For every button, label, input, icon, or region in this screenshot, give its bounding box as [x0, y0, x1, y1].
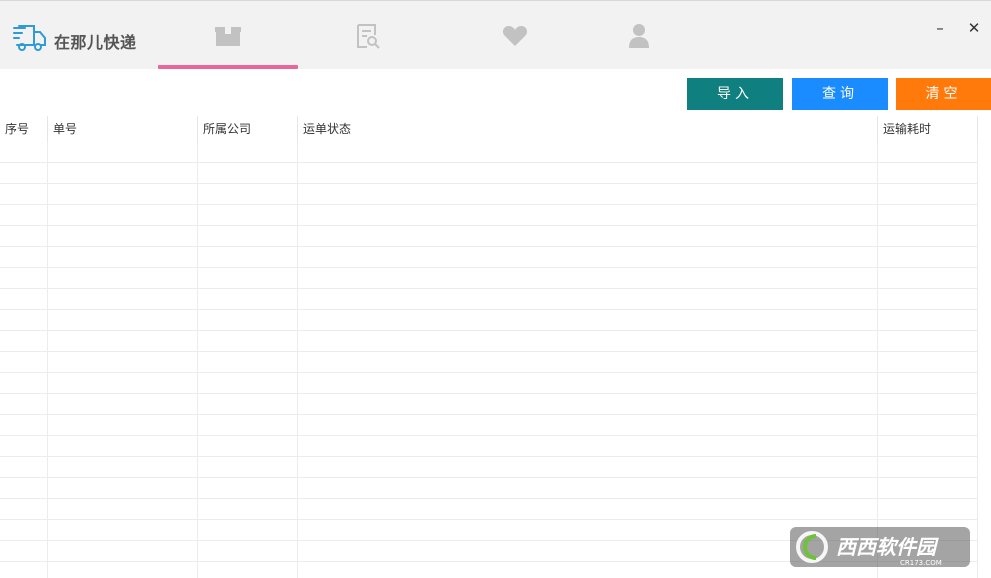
- table-row: [0, 456, 978, 477]
- table-row: [0, 267, 978, 288]
- table-row: [0, 477, 978, 498]
- table-row: [0, 288, 978, 309]
- tab-user[interactable]: [569, 1, 709, 70]
- table-row: [0, 414, 978, 435]
- table-row: [0, 351, 978, 372]
- import-button[interactable]: 导入: [687, 78, 783, 110]
- table-row: [0, 330, 978, 351]
- table-row: [0, 162, 978, 183]
- column-header-transit-time[interactable]: 运输耗时: [878, 116, 978, 142]
- package-icon: [215, 26, 241, 46]
- table-row: [0, 246, 978, 267]
- column-header-company[interactable]: 所属公司: [198, 116, 298, 142]
- table-row: [0, 393, 978, 414]
- table-row: [0, 372, 978, 393]
- delivery-truck-icon: [13, 25, 46, 51]
- table-row: [0, 435, 978, 456]
- table-row: [0, 498, 978, 519]
- user-icon: [629, 23, 649, 48]
- tab-query[interactable]: [298, 1, 438, 70]
- clear-button[interactable]: 清空: [896, 78, 991, 110]
- table-header: 序号 单号 所属公司 运单状态 运输耗时: [0, 116, 991, 142]
- table-row: [0, 225, 978, 246]
- table-row: [0, 183, 978, 204]
- watermark-logo: 西西软件园 CR173.COM: [790, 527, 970, 567]
- table-row: [0, 204, 978, 225]
- svg-text:西西软件园: 西西软件园: [836, 535, 939, 559]
- table-row: [0, 309, 978, 330]
- tab-packages[interactable]: [158, 1, 298, 70]
- app-title: 在那儿快递: [54, 33, 137, 52]
- column-header-status[interactable]: 运单状态: [298, 116, 878, 142]
- column-header-tracking-number[interactable]: 单号: [48, 116, 198, 142]
- heart-icon: [502, 25, 528, 46]
- document-search-icon: [357, 23, 380, 49]
- title-bar: 在那儿快递 – ✕: [0, 0, 991, 69]
- column-header-index[interactable]: 序号: [0, 116, 48, 142]
- minimize-button[interactable]: –: [930, 18, 950, 38]
- query-button[interactable]: 查询: [792, 78, 888, 110]
- svg-text:CR173.COM: CR173.COM: [900, 559, 942, 567]
- close-button[interactable]: ✕: [964, 18, 984, 38]
- active-tab-indicator: [158, 65, 298, 69]
- tab-favorites[interactable]: [445, 1, 585, 70]
- tracking-table: 序号 单号 所属公司 运单状态 运输耗时: [0, 116, 991, 578]
